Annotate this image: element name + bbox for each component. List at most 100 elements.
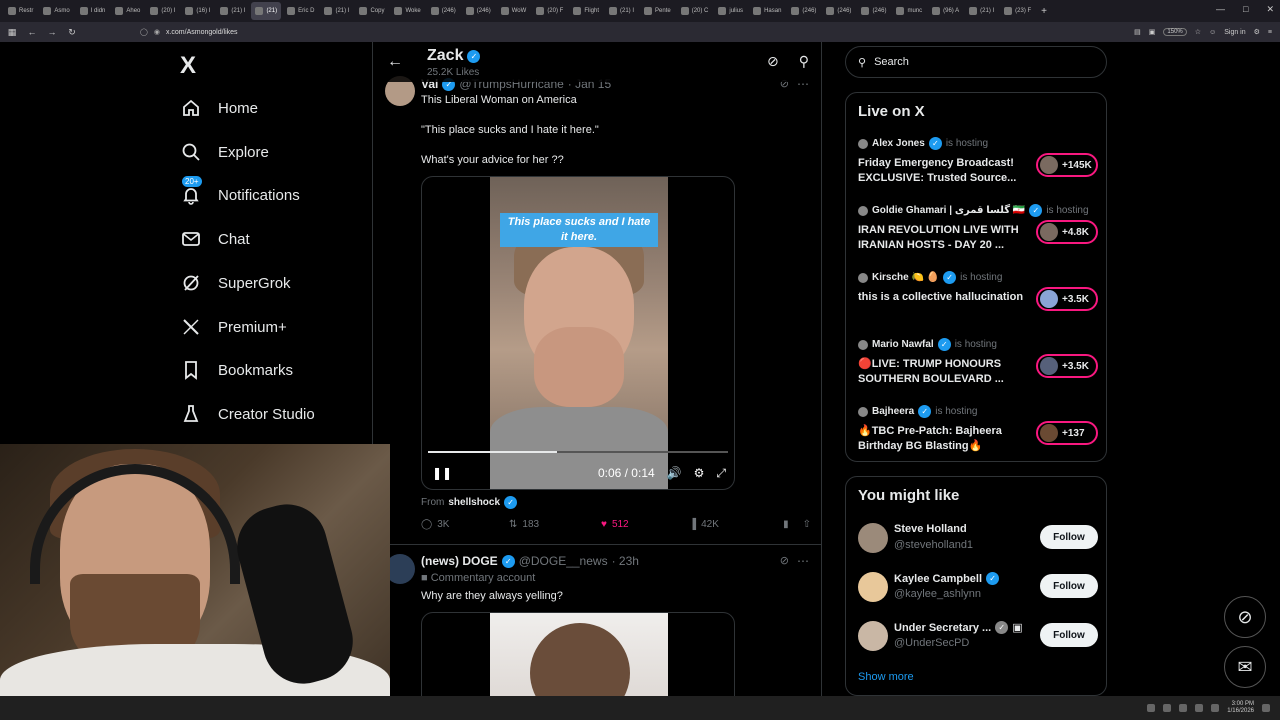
browser-tab[interactable]: Flight	[569, 2, 603, 20]
close-window-icon[interactable]: ✕	[1266, 4, 1274, 15]
suggested-user[interactable]: Steve Holland @steveholland1 Follow	[858, 521, 1098, 557]
suggested-user[interactable]: Kaylee Campbell ✓ @kaylee_ashlynn Follow	[858, 570, 1098, 606]
sidebar-toggle-icon[interactable]: ▦	[4, 27, 20, 38]
show-more-link[interactable]: Show more	[858, 671, 914, 683]
listener-count[interactable]: +145K	[1036, 153, 1098, 177]
follow-button[interactable]: Follow	[1040, 623, 1098, 647]
author-handle[interactable]: @DOGE__news	[519, 554, 608, 568]
browser-tab[interactable]: (246)	[427, 2, 460, 20]
browser-tab[interactable]: Woke	[390, 2, 424, 20]
browser-tab[interactable]: (23) F	[1000, 2, 1035, 20]
browser-tab[interactable]: julius	[714, 2, 747, 20]
extensions-icon[interactable]: ⚙	[1254, 28, 1260, 36]
tray-icon[interactable]	[1147, 704, 1156, 712]
browser-tab[interactable]: Restr	[4, 2, 37, 20]
signin-link[interactable]: Sign in	[1224, 29, 1245, 36]
grok-icon[interactable]: ⊘	[767, 53, 779, 70]
main-timeline[interactable]: ← Zack ✓ 25.2K Likes ⊘ ⚲ Val ✓ @TrumpsHu…	[372, 42, 822, 696]
browser-tab[interactable]: Asmo	[39, 2, 73, 20]
back-arrow-icon[interactable]: ←	[24, 27, 40, 37]
more-options-icon[interactable]: ⋯	[797, 554, 809, 568]
tray-icon[interactable]	[1179, 704, 1188, 712]
avatar[interactable]	[858, 523, 888, 553]
live-item[interactable]: Goldie Ghamari | گلسا قمری 🇮🇷 ✓ is hosting…	[858, 204, 1098, 253]
volume-icon[interactable]: 🔊	[667, 466, 682, 480]
browser-tab[interactable]: (20) C	[677, 2, 713, 20]
nav-supergrok[interactable]: SuperGrok	[180, 267, 291, 299]
like-button[interactable]: ♥ 512	[601, 519, 689, 530]
browser-tab[interactable]: (20) I	[146, 2, 179, 20]
browser-tab[interactable]: (246)	[462, 2, 495, 20]
suggested-user[interactable]: Under Secretary ... ✓ ▣ @UnderSecPD Follow	[858, 619, 1098, 655]
nav-creator-studio[interactable]: Creator Studio	[180, 398, 315, 430]
browser-tab[interactable]: munc	[892, 2, 926, 20]
browser-tab[interactable]: (21)	[251, 2, 282, 20]
search-input[interactable]: ⚲ Search	[845, 46, 1107, 78]
grok-fab-button[interactable]: ⊘	[1224, 596, 1266, 638]
back-arrow-icon[interactable]: ←	[387, 53, 403, 71]
browser-tab[interactable]: (246)	[822, 2, 855, 20]
fullscreen-icon[interactable]: ⤢	[716, 466, 726, 481]
browser-tab[interactable]: (16) I	[181, 2, 214, 20]
listener-count[interactable]: +137	[1036, 421, 1098, 445]
listener-count[interactable]: +3.5K	[1036, 287, 1098, 311]
forward-arrow-icon[interactable]: →	[44, 27, 60, 37]
browser-tab[interactable]: Hasan	[749, 2, 785, 20]
browser-tab[interactable]: WoW	[497, 2, 531, 20]
live-item[interactable]: Alex Jones ✓ is hosting Friday Emergency B…	[858, 137, 1098, 186]
video-frame[interactable]: This place sucks and I hate it here.	[490, 177, 668, 489]
follow-button[interactable]: Follow	[1040, 525, 1098, 549]
video-player[interactable]	[421, 612, 735, 696]
notification-icon[interactable]	[1262, 704, 1270, 712]
video-progress-bar[interactable]	[428, 451, 728, 453]
speaker-icon[interactable]	[1211, 704, 1220, 712]
nav-bookmarks[interactable]: Bookmarks	[180, 354, 293, 386]
avatar[interactable]	[858, 572, 888, 602]
grok-icon[interactable]: ⊘	[780, 554, 789, 567]
listener-count[interactable]: +3.5K	[1036, 354, 1098, 378]
source-name[interactable]: shellshock	[448, 497, 500, 508]
browser-tab[interactable]: Eric D	[283, 2, 318, 20]
browser-tab[interactable]: (21) I	[965, 2, 998, 20]
bookmark-star-icon[interactable]: ☆	[1195, 28, 1201, 36]
browser-tab[interactable]: (21) I	[320, 2, 353, 20]
nav-notifications[interactable]: 20+ Notifications	[180, 176, 300, 211]
author-name[interactable]: (news) DOGE	[421, 554, 498, 568]
reload-icon[interactable]: ↻	[64, 27, 80, 38]
messages-fab-button[interactable]: ✉	[1224, 646, 1266, 688]
menu-icon[interactable]: ≡	[1268, 29, 1272, 36]
repost-button[interactable]: ⇅ 183	[509, 519, 601, 530]
screenshot-icon[interactable]: ▣	[1149, 28, 1156, 36]
settings-gear-icon[interactable]: ⚙	[694, 466, 705, 480]
browser-tab[interactable]: (21) I	[605, 2, 638, 20]
browser-tab[interactable]: Aheo	[111, 2, 144, 20]
nav-premium[interactable]: Premium+	[180, 311, 287, 343]
zoom-level[interactable]: 150%	[1163, 28, 1187, 36]
share-icon[interactable]: ⇧	[803, 519, 811, 530]
views-button[interactable]: ▐ 42K	[689, 519, 777, 530]
browser-tab[interactable]: (246)	[857, 2, 890, 20]
reply-button[interactable]: ◯ 3K	[421, 519, 509, 530]
pause-icon[interactable]: ❚❚	[432, 466, 452, 480]
nav-explore[interactable]: Explore	[180, 136, 269, 168]
video-frame[interactable]	[490, 613, 668, 696]
browser-tab[interactable]: (96) A	[928, 2, 963, 20]
tray-icon[interactable]	[1163, 704, 1172, 712]
post-date[interactable]: · 23h	[612, 554, 639, 568]
follow-button[interactable]: Follow	[1040, 574, 1098, 598]
live-item[interactable]: Bajheera ✓ is hosting 🔥TBC Pre-Patch: Bajh…	[858, 405, 1098, 454]
url-field[interactable]: ◯ ◉ x.com/Asmongold/likes	[140, 28, 1130, 37]
browser-tab[interactable]: Pente	[640, 2, 675, 20]
video-player[interactable]: This place sucks and I hate it here. ❚❚ …	[421, 176, 735, 490]
live-item[interactable]: Kirsche 🍋 🥚 ✓ is hosting this is a collect…	[858, 271, 1098, 311]
bookmark-icon[interactable]: ▮	[783, 519, 789, 530]
new-tab-button[interactable]: +	[1041, 6, 1047, 17]
x-logo[interactable]: X	[180, 52, 196, 80]
minimize-icon[interactable]: —	[1216, 4, 1225, 15]
browser-tab[interactable]: Copy	[355, 2, 388, 20]
listener-count[interactable]: +4.8K	[1036, 220, 1098, 244]
nav-chat[interactable]: Chat	[180, 223, 250, 255]
wifi-icon[interactable]	[1195, 704, 1204, 712]
account-icon[interactable]: ☺	[1209, 29, 1216, 36]
browser-tab[interactable]: I didn	[76, 2, 110, 20]
